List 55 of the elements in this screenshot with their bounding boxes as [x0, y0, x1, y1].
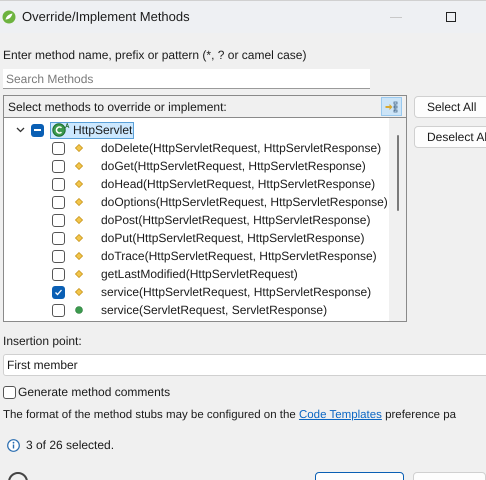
checkbox[interactable] — [31, 124, 44, 136]
checkbox[interactable] — [52, 304, 65, 316]
sort-toggle-button[interactable] — [381, 97, 402, 116]
method-label[interactable]: doPost(HttpServletRequest, HttpServletResponse) — [101, 211, 370, 229]
protected-method-icon — [75, 288, 83, 296]
protected-method-icon — [75, 180, 83, 188]
info-icon — [7, 438, 20, 452]
chevron-icon[interactable] — [16, 127, 25, 133]
code-templates-link[interactable]: Code Templates — [298, 409, 382, 421]
method-label[interactable]: doHead(HttpServletRequest, HttpServletResponse) — [101, 175, 376, 193]
method-label[interactable]: getLastModified(HttpServletRequest) — [101, 265, 298, 283]
public-method-icon — [75, 306, 83, 314]
checkbox[interactable] — [52, 142, 65, 154]
method-label[interactable]: doPut(HttpServletRequest, HttpServletResponse) — [101, 229, 364, 247]
method-label[interactable]: doTrace(HttpServletRequest, HttpServletResponse) — [101, 247, 377, 265]
maximize-button[interactable] — [446, 12, 456, 22]
insertion-dropdown[interactable]: First member — [3, 354, 486, 376]
method-label[interactable]: service(ServletRequest, ServletResponse) — [101, 301, 328, 319]
leaf-logo-icon — [2, 10, 16, 24]
tree-header: Select methods to override or implement: — [8, 98, 228, 116]
protected-method-icon — [75, 198, 83, 206]
checkbox[interactable] — [52, 178, 65, 190]
method-label[interactable]: service(HttpServletRequest, HttpServletResponse) — [101, 283, 372, 301]
checkbox[interactable] — [52, 196, 65, 208]
checkbox[interactable] — [52, 268, 65, 280]
protected-method-icon — [75, 252, 83, 260]
protected-method-icon — [75, 144, 83, 152]
insertion-label: Insertion point: — [3, 333, 83, 350]
method-label[interactable]: doDelete(HttpServletRequest, HttpServletResponse) — [101, 139, 382, 157]
checkbox[interactable] — [52, 160, 65, 172]
comments-checkbox[interactable] — [3, 386, 16, 398]
checkbox[interactable] — [52, 286, 65, 298]
tree-action-button[interactable]: Deselect Al — [414, 126, 486, 148]
search-field[interactable]: Search Methods — [3, 69, 370, 89]
method-label[interactable]: doOptions(HttpServletRequest, HttpServletResponse) — [101, 193, 388, 211]
tree-item[interactable]: HttpServlet — [4, 121, 389, 139]
selection-status: 3 of 26 selected. — [26, 437, 114, 454]
class-icon — [52, 123, 70, 137]
checkbox[interactable] — [52, 232, 65, 244]
sort-tree-icon — [384, 100, 398, 112]
checkbox[interactable] — [52, 250, 65, 262]
filter-label: Enter method name, prefix or pattern (*, ? or camel case) — [3, 47, 308, 64]
protected-method-icon — [75, 216, 83, 224]
tree-action-button[interactable]: Select All — [414, 96, 486, 118]
protected-method-icon — [75, 270, 83, 278]
protected-method-icon — [75, 162, 83, 170]
protected-method-icon — [75, 234, 83, 242]
checkbox[interactable] — [52, 214, 65, 226]
comments-label[interactable]: Generate method comments — [18, 383, 170, 401]
templates-note: The format of the method stubs may be configured on the Code Templates preference pa — [3, 408, 458, 423]
method-label[interactable]: doGet(HttpServletRequest, HttpServletResponse) — [101, 157, 366, 175]
checkmark-icon — [54, 288, 63, 296]
class-label[interactable]: HttpServlet — [50, 122, 134, 138]
scrollbar-thumb[interactable] — [396, 135, 398, 211]
window-title: Override/Implement Methods — [22, 8, 190, 26]
